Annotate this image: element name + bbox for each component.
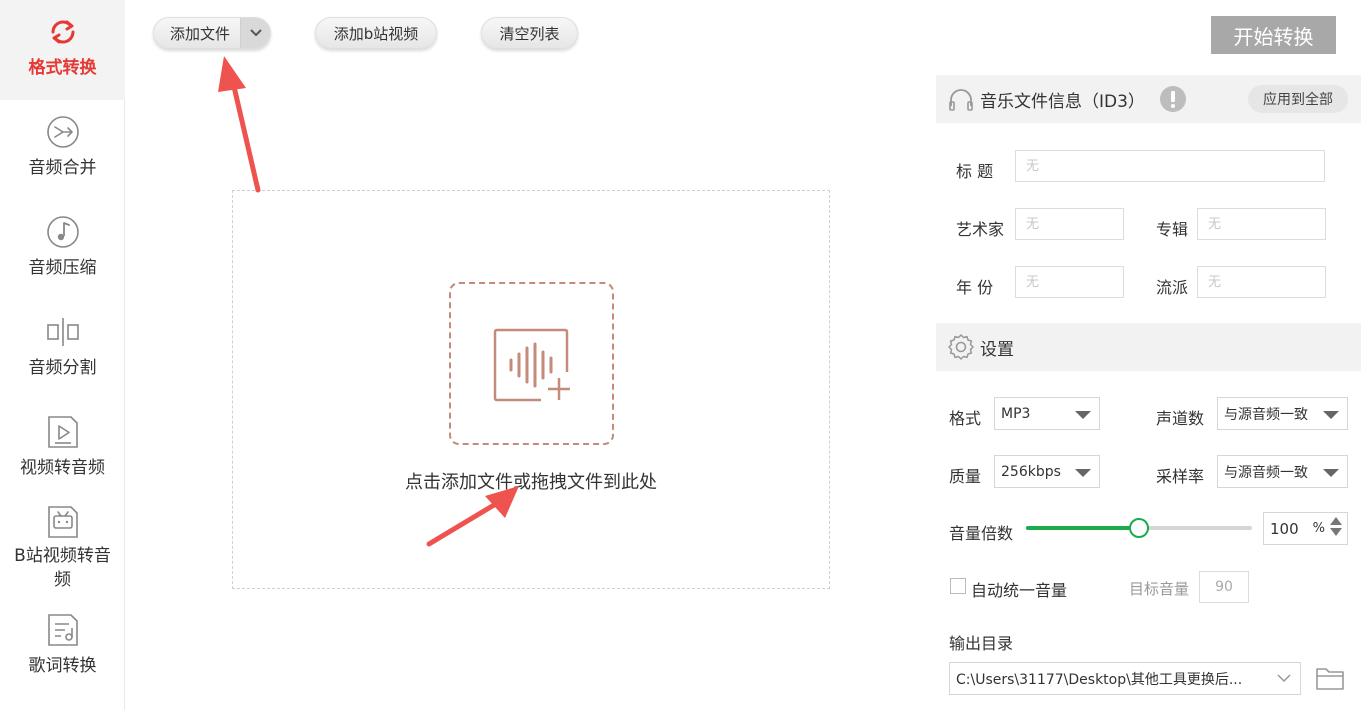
settings-header: 设置	[936, 323, 1361, 371]
spin-up-icon[interactable]	[1330, 517, 1342, 525]
genre-input[interactable]	[1197, 266, 1326, 298]
format-select[interactable]: MP3	[994, 397, 1100, 430]
dropdown-caret-icon	[1323, 411, 1339, 419]
headphones-icon	[949, 89, 973, 111]
auto-volume-checkbox[interactable]	[950, 578, 966, 594]
sidebar-item-label: 音频压缩	[28, 258, 97, 278]
output-dir-label: 输出目录	[949, 634, 1014, 653]
clear-list-label: 清空列表	[499, 24, 560, 43]
start-convert-label: 开始转换	[1233, 24, 1314, 49]
target-volume-input[interactable]: 90	[1199, 571, 1249, 603]
quality-label: 质量	[949, 467, 982, 486]
sidebar-item-audio-merge[interactable]: 音频合并	[0, 100, 125, 200]
year-input[interactable]	[1015, 266, 1124, 298]
bilibili-tv-icon	[47, 506, 78, 538]
year-label: 年 份	[956, 278, 994, 297]
merge-icon	[46, 116, 79, 148]
volume-slider-thumb[interactable]	[1129, 518, 1149, 538]
sidebar-item-label: 音频合并	[28, 158, 97, 178]
volume-label: 音量倍数	[949, 524, 1014, 543]
file-drop-zone[interactable]: 点击添加文件或拖拽文件到此处	[232, 190, 830, 589]
output-path-dropdown[interactable]	[1268, 662, 1301, 695]
quality-value: 256kbps	[1001, 463, 1061, 480]
volume-spinbox[interactable]: 100 %	[1263, 512, 1348, 545]
samplerate-label: 采样率	[1156, 467, 1205, 486]
sidebar-item-bilibili-to-audio[interactable]: B站视频转音频	[0, 500, 125, 600]
volume-spin-arrows	[1330, 517, 1344, 536]
title-input[interactable]	[1015, 150, 1325, 182]
spin-down-icon[interactable]	[1330, 528, 1342, 536]
dropdown-caret-icon	[1075, 469, 1091, 477]
auto-volume-label: 自动统一音量	[971, 581, 1068, 600]
output-path-input[interactable]: C:\Users\31177\Desktop\其他工具更换后...	[949, 662, 1269, 695]
add-bilibili-label: 添加b站视频	[333, 24, 419, 43]
folder-icon[interactable]	[1315, 664, 1345, 692]
sidebar-item-label: 音频分割	[28, 358, 97, 378]
dropdown-caret-icon	[1075, 411, 1091, 419]
gear-icon	[948, 334, 974, 360]
samplerate-select[interactable]: 与源音频一致	[1217, 455, 1348, 488]
sidebar-item-label: 视频转音频	[20, 458, 105, 478]
chevron-down-icon	[1277, 674, 1291, 683]
sidebar-item-lyrics-convert[interactable]: 歌词转换	[0, 600, 125, 700]
sidebar-item-label: 格式转换	[28, 58, 97, 78]
artist-label: 艺术家	[956, 220, 1005, 239]
start-convert-button[interactable]: 开始转换	[1211, 16, 1336, 54]
info-alert-icon[interactable]	[1159, 85, 1187, 113]
video-play-icon	[47, 416, 78, 448]
format-label: 格式	[949, 409, 982, 428]
channels-label: 声道数	[1156, 409, 1205, 428]
add-audio-icon	[493, 328, 570, 402]
lyrics-doc-icon	[47, 614, 78, 646]
add-file-dropdown[interactable]	[240, 18, 270, 48]
apply-all-label: 应用到全部	[1263, 92, 1333, 108]
chevron-down-icon	[249, 29, 262, 37]
sidebar: 格式转换 音频合并 音频压缩 音频分割 视频转音频 B站视频转音频 歌词转换	[0, 0, 125, 710]
sidebar-item-audio-split[interactable]: 音频分割	[0, 300, 125, 400]
add-file-button[interactable]: 添加文件	[153, 17, 271, 49]
channels-select[interactable]: 与源音频一致	[1217, 397, 1348, 430]
album-input[interactable]	[1197, 208, 1326, 240]
volume-slider-fill	[1026, 526, 1139, 530]
genre-label: 流派	[1156, 278, 1189, 297]
target-volume-label: 目标音量	[1129, 580, 1190, 598]
clear-list-button[interactable]: 清空列表	[481, 17, 578, 49]
dropdown-caret-icon	[1323, 469, 1339, 477]
settings-title: 设置	[980, 339, 1014, 360]
id3-title: 音乐文件信息（ID3）	[980, 91, 1145, 112]
add-bilibili-button[interactable]: 添加b站视频	[315, 17, 437, 49]
volume-unit: %	[1312, 521, 1325, 536]
split-icon	[46, 318, 79, 346]
add-file-label: 添加文件	[170, 24, 231, 43]
artist-input[interactable]	[1015, 208, 1124, 240]
quality-select[interactable]: 256kbps	[994, 455, 1100, 488]
id3-header: 音乐文件信息（ID3） 应用到全部	[936, 75, 1361, 123]
sidebar-item-audio-compress[interactable]: 音频压缩	[0, 200, 125, 300]
sidebar-item-label: 歌词转换	[28, 656, 97, 676]
target-volume-value: 90	[1215, 579, 1233, 595]
sidebar-item-format-convert[interactable]: 格式转换	[0, 0, 125, 100]
output-path-value: C:\Users\31177\Desktop\其他工具更换后...	[956, 671, 1243, 688]
refresh-icon	[51, 20, 74, 44]
volume-slider[interactable]	[1026, 518, 1252, 538]
annotation-arrow-diagonal	[426, 486, 519, 547]
channels-value: 与源音频一致	[1224, 406, 1308, 423]
annotation-arrow-up	[218, 56, 261, 193]
album-label: 专辑	[1156, 220, 1189, 239]
samplerate-value: 与源音频一致	[1224, 464, 1308, 481]
apply-all-button[interactable]: 应用到全部	[1248, 85, 1348, 113]
format-value: MP3	[1001, 405, 1031, 422]
volume-value: 100	[1270, 519, 1299, 538]
drop-hint-text: 点击添加文件或拖拽文件到此处	[405, 472, 657, 493]
title-label: 标 题	[956, 162, 994, 181]
drop-icon-box[interactable]	[449, 282, 614, 445]
music-note-icon	[46, 216, 79, 248]
sidebar-item-label: B站视频转音频	[14, 546, 111, 590]
sidebar-item-video-to-audio[interactable]: 视频转音频	[0, 400, 125, 500]
